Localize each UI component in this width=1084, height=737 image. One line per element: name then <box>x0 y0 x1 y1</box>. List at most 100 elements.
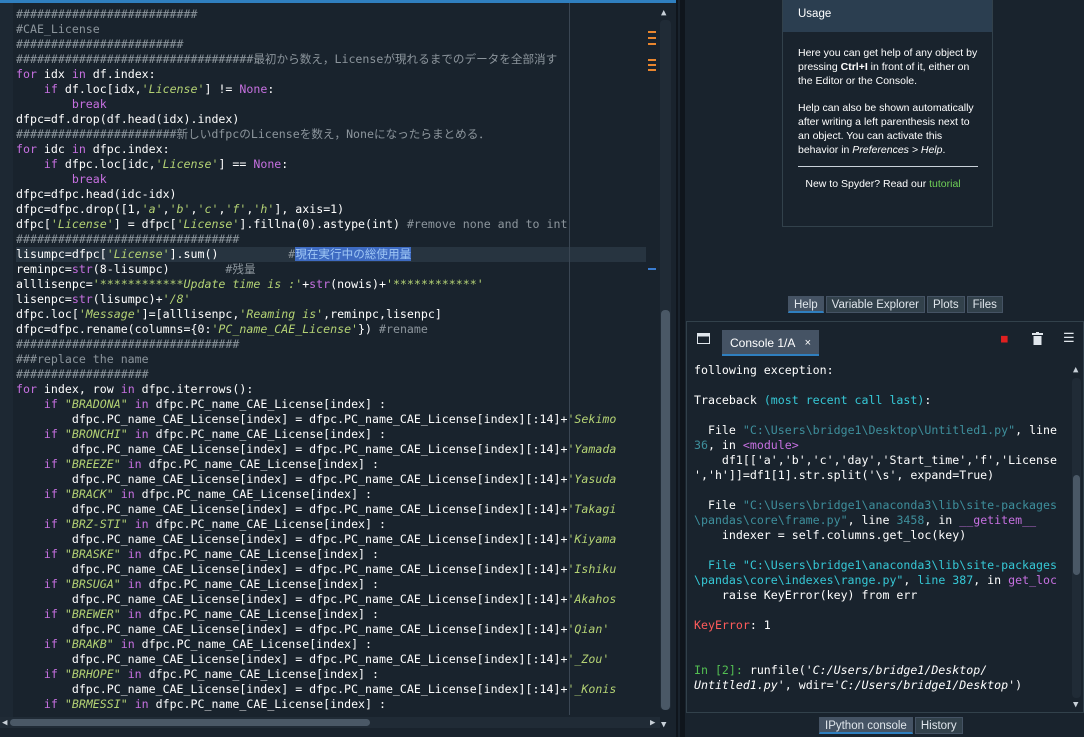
console-output[interactable]: following exception: Traceback (most rece… <box>694 363 1062 703</box>
code-line[interactable]: dfpc['License'] = dfpc['License'].fillna… <box>16 217 646 232</box>
code-token: "BREEZE" <box>64 457 121 471</box>
todo-marker[interactable] <box>648 59 656 61</box>
code-line[interactable]: dfpc.PC_name_CAE_License[index] = dfpc.P… <box>16 622 646 637</box>
editor-vertical-scroll-thumb[interactable] <box>661 310 670 710</box>
code-line[interactable]: if "BRACK" in dfpc.PC_name_CAE_License[i… <box>16 487 646 502</box>
code-line[interactable]: break <box>16 97 646 112</box>
tab-plots[interactable]: Plots <box>927 296 965 313</box>
stop-icon[interactable]: ■ <box>1001 332 1008 345</box>
code-line[interactable]: dfpc.PC_name_CAE_License[index] = dfpc.P… <box>16 592 646 607</box>
preferences-path: Preferences > Help <box>852 144 943 156</box>
code-line[interactable]: dfpc=dfpc.head(idc-idx) <box>16 187 646 202</box>
code-token: 'PC_name_CAE_License' <box>211 322 359 336</box>
editor-horizontal-scroll-thumb[interactable] <box>10 719 370 726</box>
scroll-down-icon[interactable]: ▼ <box>1073 700 1078 710</box>
code-line[interactable]: ################################ <box>16 232 646 247</box>
code-line[interactable]: ################################ <box>16 337 646 352</box>
code-line[interactable]: if df.loc[idx,'License'] != None: <box>16 82 646 97</box>
scroll-down-icon[interactable]: ▼ <box>661 720 666 730</box>
code-line[interactable]: reminpc=str(8-lisumpc) #残量 <box>16 262 646 277</box>
code-line[interactable]: lisumpc=dfpc['License'].sum() #現在実行中の総使用… <box>16 247 646 262</box>
console-tab[interactable]: Console 1/A × <box>722 330 819 356</box>
code-line[interactable]: if "BRASKE" in dfpc.PC_name_CAE_License[… <box>16 547 646 562</box>
code-line[interactable]: if "BRAKB" in dfpc.PC_name_CAE_License[i… <box>16 637 646 652</box>
code-line[interactable]: for idc in dfpc.index: <box>16 142 646 157</box>
code-line[interactable]: if "BREEZE" in dfpc.PC_name_CAE_License[… <box>16 457 646 472</box>
code-line[interactable]: if dfpc.loc[idc,'License'] == None: <box>16 157 646 172</box>
code-token: ] != <box>204 82 240 96</box>
code-line[interactable]: dfpc.PC_name_CAE_License[index] = dfpc.P… <box>16 412 646 427</box>
code-token: dfpc.PC_name_CAE_License[index] = dfpc.P… <box>16 502 568 516</box>
scroll-up-icon[interactable]: ▲ <box>661 8 666 18</box>
todo-marker[interactable] <box>648 31 656 33</box>
code-token: dfpc=dfpc.head(idc-idx) <box>16 187 177 201</box>
code-line[interactable]: break <box>16 172 646 187</box>
tab-history[interactable]: History <box>914 717 963 734</box>
console-scroll-thumb[interactable] <box>1073 475 1080 575</box>
scroll-right-icon[interactable]: ▶ <box>650 718 655 728</box>
code-token: dfpc.PC_name_CAE_License[index] = dfpc.P… <box>16 412 568 426</box>
code-token: if <box>43 697 58 711</box>
todo-marker[interactable] <box>648 64 656 66</box>
code-line[interactable]: ##################################最初から数え… <box>16 52 646 67</box>
code-token: "BRSUGA" <box>64 577 121 591</box>
code-line[interactable]: ###replace the name <box>16 352 646 367</box>
code-line[interactable]: if "BRONCHI" in dfpc.PC_name_CAE_License… <box>16 427 646 442</box>
trash-icon[interactable] <box>1032 332 1043 349</box>
todo-marker[interactable] <box>648 43 656 45</box>
code-line[interactable]: dfpc.PC_name_CAE_License[index] = dfpc.P… <box>16 442 646 457</box>
code-line[interactable]: dfpc=dfpc.drop([1,'a','b','c','f','h'], … <box>16 202 646 217</box>
code-line[interactable]: if "BRHOPE" in dfpc.PC_name_CAE_License[… <box>16 667 646 682</box>
code-line[interactable]: dfpc=dfpc.rename(columns={0:'PC_name_CAE… <box>16 322 646 337</box>
code-line[interactable]: dfpc.PC_name_CAE_License[index] = dfpc.P… <box>16 562 646 577</box>
code-token: 'Kiyama <box>567 532 617 546</box>
scroll-left-icon[interactable]: ◀ <box>2 718 7 728</box>
tab-files[interactable]: Files <box>966 296 1003 313</box>
tab-help[interactable]: Help <box>788 296 824 313</box>
code-line[interactable]: dfpc.PC_name_CAE_License[index] = dfpc.P… <box>16 652 646 667</box>
scroll-up-icon[interactable]: ▲ <box>1073 365 1078 375</box>
code-line[interactable]: for index, row in dfpc.iterrows(): <box>16 382 646 397</box>
code-line[interactable]: dfpc.PC_name_CAE_License[index] = dfpc.P… <box>16 472 646 487</box>
code-line[interactable]: dfpc.PC_name_CAE_License[index] = dfpc.P… <box>16 502 646 517</box>
console-token: __getitem__ <box>959 513 1037 527</box>
code-line[interactable]: #######################新しいdfpcのLicenseを数… <box>16 127 646 142</box>
tab-ipython-console[interactable]: IPython console <box>819 717 913 734</box>
code-line[interactable]: if "BRZ-STI" in dfpc.PC_name_CAE_License… <box>16 517 646 532</box>
code-line[interactable]: if "BRADONA" in dfpc.PC_name_CAE_License… <box>16 397 646 412</box>
console-token: raise KeyError(key) from err <box>694 588 918 602</box>
code-token: dfpc=dfpc.rename(columns={0: <box>16 322 212 336</box>
code-line[interactable]: ######################## <box>16 37 646 52</box>
close-icon[interactable]: × <box>805 330 811 356</box>
code-line[interactable]: if "BRMESSI" in dfpc.PC_name_CAE_License… <box>16 697 646 712</box>
todo-marker[interactable] <box>648 37 656 39</box>
tab-variable-explorer[interactable]: Variable Explorer <box>825 296 926 313</box>
tutorial-link[interactable]: tutorial <box>929 178 961 190</box>
code-line[interactable]: for idx in df.index: <box>16 67 646 82</box>
menu-icon[interactable]: ☰ <box>1063 331 1075 346</box>
code-line[interactable]: alllisenpc='************Update time is :… <box>16 277 646 292</box>
code-line[interactable]: dfpc.PC_name_CAE_License[index] = dfpc.P… <box>16 532 646 547</box>
code-editor[interactable]: ########################## #CAE_License ##… <box>0 0 678 737</box>
code-line[interactable]: dfpc.PC_name_CAE_License[index] = dfpc.P… <box>16 682 646 697</box>
code-line[interactable]: dfpc.loc['Message']=[alllisenpc,'Reaming… <box>16 307 646 322</box>
code-line[interactable]: ################### <box>16 367 646 382</box>
code-line[interactable]: dfpc=df.drop(df.head(idx).index) <box>16 112 646 127</box>
code-area[interactable]: ########################## #CAE_License ##… <box>16 7 646 715</box>
code-line[interactable]: if "BRSUGA" in dfpc.PC_name_CAE_License[… <box>16 577 646 592</box>
console-pane-tabbar: IPython console History <box>819 717 965 734</box>
todo-marker[interactable] <box>648 69 656 71</box>
code-line[interactable]: lisenpc=str(lisumpc)+'/8' <box>16 292 646 307</box>
code-token: in <box>127 607 142 621</box>
code-line[interactable]: if "BREWER" in dfpc.PC_name_CAE_License[… <box>16 607 646 622</box>
window-icon[interactable] <box>697 333 710 348</box>
code-token: for <box>16 67 37 81</box>
code-line[interactable]: #CAE_License <box>16 22 646 37</box>
code-token: None <box>239 82 268 96</box>
pane-splitter[interactable] <box>680 0 685 737</box>
code-line[interactable]: ########################## <box>16 7 646 22</box>
